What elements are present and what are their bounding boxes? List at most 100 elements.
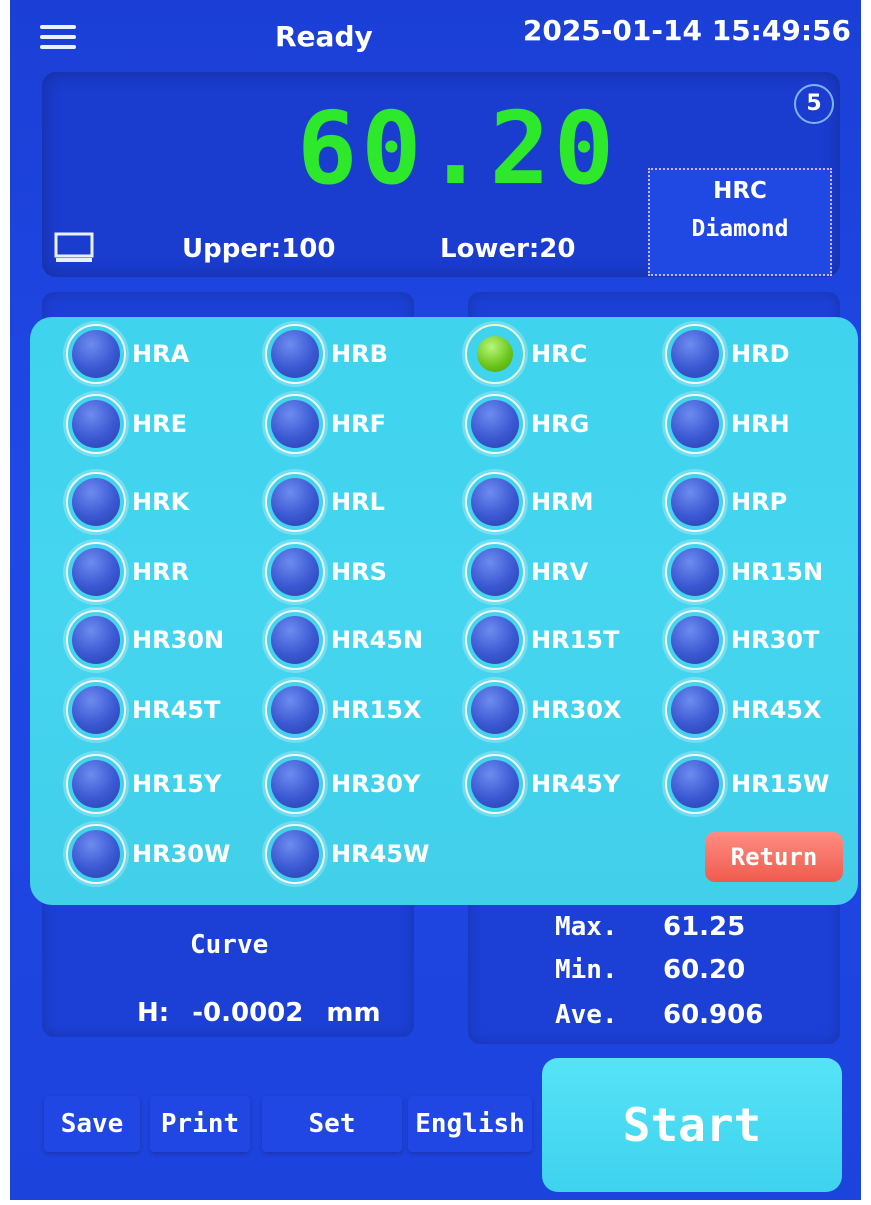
radio-button-icon[interactable] — [265, 824, 325, 884]
scale-option-hr15n[interactable]: HR15N — [665, 540, 823, 604]
scale-option-label: HR30W — [132, 840, 231, 868]
stat-ave: Ave. 60.906 — [555, 1000, 763, 1030]
scale-option-hrc[interactable]: HRC — [465, 322, 587, 386]
radio-button-icon[interactable] — [665, 680, 725, 740]
scale-option-hrb[interactable]: HRB — [265, 322, 388, 386]
stat-min: Min. 60.20 — [555, 955, 745, 985]
scale-option-hrk[interactable]: HRK — [66, 470, 189, 534]
radio-button-icon[interactable] — [665, 324, 725, 384]
radio-button-icon[interactable] — [265, 472, 325, 532]
scale-option-hrl[interactable]: HRL — [265, 470, 385, 534]
radio-dot-icon — [271, 616, 319, 664]
scale-option-hr30w[interactable]: HR30W — [66, 822, 230, 886]
scale-option-hrs[interactable]: HRS — [265, 540, 387, 604]
scale-option-hr30x[interactable]: HR30X — [465, 678, 621, 742]
radio-button-icon[interactable] — [665, 542, 725, 602]
scale-option-hrf[interactable]: HRF — [265, 392, 386, 456]
scale-option-hr15y[interactable]: HR15Y — [66, 752, 221, 816]
radio-button-icon[interactable] — [465, 754, 525, 814]
radio-button-icon[interactable] — [265, 610, 325, 670]
print-button[interactable]: Print — [150, 1096, 250, 1152]
scale-option-hrg[interactable]: HRG — [465, 392, 589, 456]
radio-button-icon[interactable] — [66, 542, 126, 602]
scale-option-hrd[interactable]: HRD — [665, 322, 790, 386]
start-button[interactable]: Start — [542, 1058, 842, 1192]
radio-button-icon[interactable] — [66, 394, 126, 454]
scale-option-hr45x[interactable]: HR45X — [665, 678, 821, 742]
upper-limit: Upper:100 — [182, 234, 336, 264]
monitor-icon[interactable] — [54, 232, 94, 264]
test-count-badge: 5 — [794, 84, 834, 124]
hamburger-menu-icon[interactable] — [40, 25, 76, 51]
language-button[interactable]: English — [408, 1096, 532, 1152]
scale-option-hrr[interactable]: HRR — [66, 540, 189, 604]
scale-option-hrp[interactable]: HRP — [665, 470, 787, 534]
radio-button-icon[interactable] — [66, 610, 126, 670]
radio-button-icon[interactable] — [465, 324, 525, 384]
radio-button-icon[interactable] — [265, 324, 325, 384]
height-readout: H: -0.0002 mm — [137, 998, 395, 1028]
radio-dot-icon — [671, 330, 719, 378]
radio-dot-icon — [72, 400, 120, 448]
scale-option-label: HR45W — [331, 840, 430, 868]
radio-button-icon[interactable] — [66, 680, 126, 740]
scale-option-label: HRR — [132, 558, 190, 586]
radio-button-icon[interactable] — [465, 472, 525, 532]
radio-button-icon[interactable] — [665, 610, 725, 670]
scale-option-hrh[interactable]: HRH — [665, 392, 790, 456]
radio-button-icon[interactable] — [465, 680, 525, 740]
return-button[interactable]: Return — [705, 832, 843, 882]
scale-option-label: HR45T — [132, 696, 221, 724]
scale-option-hre[interactable]: HRE — [66, 392, 187, 456]
mode-scale: HRC — [713, 178, 767, 204]
radio-dot-icon — [471, 686, 519, 734]
scale-option-hrv[interactable]: HRV — [465, 540, 588, 604]
radio-button-icon[interactable] — [66, 824, 126, 884]
scale-option-hr45w[interactable]: HR45W — [265, 822, 429, 886]
radio-button-icon[interactable] — [66, 324, 126, 384]
scale-option-label: HR15X — [331, 696, 422, 724]
scale-option-label: HR45N — [331, 626, 424, 654]
radio-dot-icon — [72, 478, 120, 526]
radio-button-icon[interactable] — [665, 394, 725, 454]
scale-option-label: HR30Y — [331, 770, 421, 798]
save-button[interactable]: Save — [44, 1096, 140, 1152]
stat-min-label: Min. — [555, 955, 618, 985]
height-value: -0.0002 — [192, 998, 304, 1028]
radio-dot-icon — [72, 830, 120, 878]
radio-button-icon[interactable] — [265, 394, 325, 454]
radio-button-icon[interactable] — [265, 754, 325, 814]
scale-option-hr15w[interactable]: HR15W — [665, 752, 829, 816]
scale-option-label: HRV — [531, 558, 589, 586]
radio-dot-icon — [271, 478, 319, 526]
set-button[interactable]: Set — [262, 1096, 402, 1152]
scale-option-hr45n[interactable]: HR45N — [265, 608, 423, 672]
radio-button-icon[interactable] — [66, 754, 126, 814]
scale-option-hra[interactable]: HRA — [66, 322, 189, 386]
radio-dot-icon — [72, 686, 120, 734]
scale-option-label: HR15N — [731, 558, 824, 586]
scale-option-hr45y[interactable]: HR45Y — [465, 752, 620, 816]
radio-button-icon[interactable] — [465, 542, 525, 602]
scale-option-label: HR45X — [731, 696, 822, 724]
radio-dot-icon — [671, 760, 719, 808]
scale-mode-box[interactable]: HRC Diamond — [648, 168, 832, 276]
scale-option-hr15t[interactable]: HR15T — [465, 608, 619, 672]
radio-button-icon[interactable] — [665, 754, 725, 814]
scale-option-label: HRS — [331, 558, 387, 586]
scale-option-label: HR15Y — [132, 770, 222, 798]
radio-button-icon[interactable] — [265, 542, 325, 602]
radio-button-icon[interactable] — [465, 610, 525, 670]
scale-option-hrm[interactable]: HRM — [465, 470, 593, 534]
scale-option-hr30t[interactable]: HR30T — [665, 608, 819, 672]
scale-option-hr15x[interactable]: HR15X — [265, 678, 421, 742]
radio-button-icon[interactable] — [665, 472, 725, 532]
radio-dot-icon — [477, 336, 513, 372]
scale-option-label: HRH — [731, 410, 790, 438]
radio-button-icon[interactable] — [265, 680, 325, 740]
scale-option-hr30y[interactable]: HR30Y — [265, 752, 420, 816]
scale-option-hr30n[interactable]: HR30N — [66, 608, 224, 672]
radio-button-icon[interactable] — [66, 472, 126, 532]
radio-button-icon[interactable] — [465, 394, 525, 454]
scale-option-hr45t[interactable]: HR45T — [66, 678, 220, 742]
